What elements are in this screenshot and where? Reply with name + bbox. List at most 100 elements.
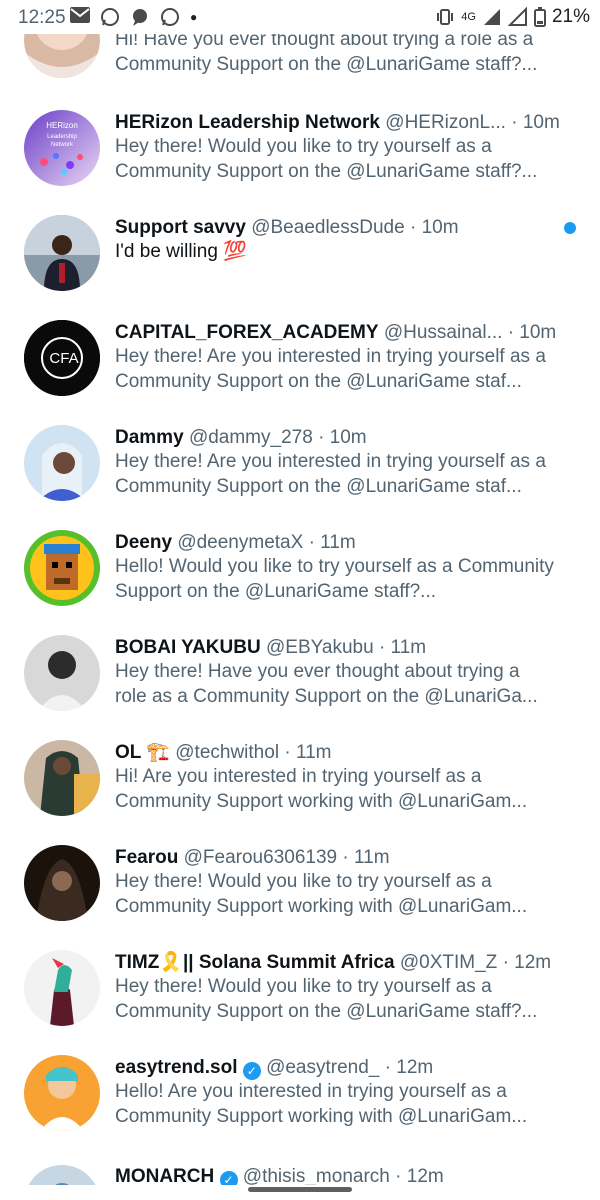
- message-time: 10m: [522, 112, 560, 133]
- display-name: CAPITAL_FOREX_ACADEMY: [115, 322, 379, 343]
- conversation-row[interactable]: TIMZ🎗️|| Solana Summit Africa @0XTIM_Z ·…: [0, 945, 600, 1050]
- display-name: easytrend.sol: [115, 1057, 238, 1078]
- status-bar: 12:25 ● 4G 21%: [0, 0, 600, 34]
- conversation-row[interactable]: BOBAI YAKUBU @EBYakubu · 11m Hey there! …: [0, 630, 600, 735]
- message-time: 11m: [390, 637, 427, 658]
- gmail-icon: [70, 7, 90, 27]
- message-preview: Hey there! Would you like to try yoursel…: [115, 871, 528, 917]
- avatar: CFA: [24, 320, 100, 396]
- system-icons: 4G 21%: [435, 6, 590, 28]
- display-name: Support savvy: [115, 217, 246, 238]
- user-handle: @dammy_278: [188, 427, 313, 448]
- display-name: Deeny: [115, 532, 173, 553]
- message-preview: Hey there! Would you like to try yoursel…: [115, 976, 538, 1022]
- svg-text:Network: Network: [51, 142, 74, 148]
- avatar: [24, 635, 100, 711]
- message-preview: Hey there! Have you ever thought about t…: [115, 661, 538, 707]
- conversation-header: BOBAI YAKUBU @EBYakubu · 11m: [115, 637, 427, 658]
- whatsapp-icon: [100, 7, 120, 27]
- whatsapp-icon: [160, 7, 180, 27]
- message-preview: Hey there! Would you like to try yoursel…: [115, 136, 538, 182]
- conversation-header: Support savvy @BeaedlessDude · 10m: [115, 217, 459, 238]
- message-preview: Hello! Would you like to try yourself as…: [115, 556, 554, 602]
- message-preview: Hi! Are you interested in trying yoursel…: [115, 766, 528, 812]
- avatar: HERizon Leadership Network: [24, 110, 100, 186]
- message-time: 10m: [329, 427, 367, 448]
- conversation-row[interactable]: Deeny @deenymetaX · 11m Hello! Would you…: [0, 525, 600, 630]
- conversation-row[interactable]: MONARCH ✓ @thisis_monarch · 12m: [0, 1155, 600, 1185]
- conversation-row[interactable]: Support savvy @BeaedlessDude · 10m I'd b…: [0, 210, 600, 315]
- display-name: MONARCH: [115, 1166, 215, 1185]
- user-handle: @0XTIM_Z: [399, 952, 498, 973]
- display-name: BOBAI YAKUBU: [115, 637, 261, 658]
- chat-icon: [130, 7, 150, 27]
- status-time: 12:25: [18, 7, 66, 28]
- conversation-row[interactable]: Fearou @Fearou6306139 · 11m Hey there! W…: [0, 840, 600, 945]
- avatar: [24, 740, 100, 816]
- user-handle: @BeaedlessDude: [251, 217, 405, 238]
- message-time: 11m: [320, 532, 356, 553]
- battery-icon: [533, 7, 546, 27]
- avatar-herizon-text: HERizon: [46, 121, 78, 130]
- conversation-header: Deeny @deenymetaX · 11m: [115, 532, 356, 553]
- vibrate-icon: [435, 7, 455, 27]
- svg-text:Leadership: Leadership: [47, 134, 77, 140]
- message-preview: Hey there! Are you interested in trying …: [115, 346, 546, 392]
- conversation-row[interactable]: easytrend.sol ✓ @easytrend_ · 12m Hello!…: [0, 1050, 600, 1155]
- verified-badge-icon: ✓: [219, 1171, 238, 1185]
- unread-indicator: [564, 222, 576, 234]
- conversation-header: MONARCH ✓ @thisis_monarch · 12m: [115, 1165, 560, 1185]
- notification-icons: ●: [70, 7, 197, 27]
- signal-icon: [507, 6, 528, 27]
- avatar: [24, 950, 100, 1026]
- conversation-header: HERizon Leadership Network @HERizonL... …: [115, 112, 560, 133]
- user-handle: @techwithol: [175, 742, 280, 763]
- conversation-header: CAPITAL_FOREX_ACADEMY @Hussainal... · 10…: [115, 322, 557, 343]
- display-name: Dammy: [115, 427, 184, 448]
- user-handle: @thisis_monarch: [242, 1166, 390, 1185]
- message-time: 11m: [354, 847, 390, 868]
- avatar: [24, 215, 100, 291]
- avatar-cfa-text: CFA: [49, 350, 78, 367]
- message-preview: Hey there! Are you interested in trying …: [115, 451, 546, 497]
- message-preview: Hello! Are you interested in trying your…: [115, 1081, 528, 1127]
- user-handle: @easytrend_: [266, 1057, 380, 1078]
- display-name: TIMZ🎗️|| Solana Summit Africa: [115, 952, 395, 973]
- gesture-nav-bar[interactable]: [248, 1187, 352, 1192]
- avatar: [24, 530, 100, 606]
- display-name: Fearou: [115, 847, 179, 868]
- message-time: 12m: [514, 952, 552, 973]
- user-handle: @Fearou6306139: [183, 847, 338, 868]
- avatar: [24, 845, 100, 921]
- conversation-row[interactable]: Dammy @dammy_278 · 10m Hey there! Are yo…: [0, 420, 600, 525]
- verified-badge-icon: ✓: [242, 1062, 261, 1080]
- message-time: 12m: [396, 1057, 434, 1078]
- signal-icon: [482, 7, 502, 27]
- conversation-header: OL 🏗️ @techwithol · 11m: [115, 742, 332, 763]
- message-time: 11m: [295, 742, 332, 763]
- dot-icon: ●: [190, 10, 198, 24]
- conversation-row[interactable]: CFA CAPITAL_FOREX_ACADEMY @Hussainal... …: [0, 315, 600, 420]
- user-handle: @Hussainal...: [383, 322, 503, 343]
- conversation-header: easytrend.sol ✓ @easytrend_ · 12m: [115, 1057, 434, 1080]
- conversation-row[interactable]: OL 🏗️ @techwithol · 11m Hi! Are you inte…: [0, 735, 600, 840]
- user-handle: @EBYakubu: [265, 637, 374, 658]
- user-handle: @deenymetaX: [177, 532, 304, 553]
- avatar: [24, 1055, 100, 1131]
- message-preview: Hi! Have you ever thought about trying a…: [115, 29, 538, 75]
- conversation-header: Fearou @Fearou6306139 · 11m: [115, 847, 390, 868]
- display-name: OL 🏗️: [115, 742, 170, 763]
- conversation-header: Dammy @dammy_278 · 10m: [115, 427, 367, 448]
- battery-percent: 21%: [551, 6, 590, 27]
- avatar: [24, 1165, 100, 1185]
- conversation-row[interactable]: HERizon Leadership Network HERizon Leade…: [0, 105, 600, 210]
- message-time: 10m: [519, 322, 557, 343]
- user-handle: @HERizonL...: [385, 112, 506, 133]
- message-preview: I'd be willing 💯: [115, 241, 247, 262]
- network-type: 4G: [461, 11, 476, 23]
- display-name: HERizon Leadership Network: [115, 112, 380, 133]
- conversation-header: TIMZ🎗️|| Solana Summit Africa @0XTIM_Z ·…: [115, 952, 552, 973]
- message-time: 12m: [406, 1166, 444, 1185]
- message-time: 10m: [421, 217, 459, 238]
- avatar: [24, 425, 100, 501]
